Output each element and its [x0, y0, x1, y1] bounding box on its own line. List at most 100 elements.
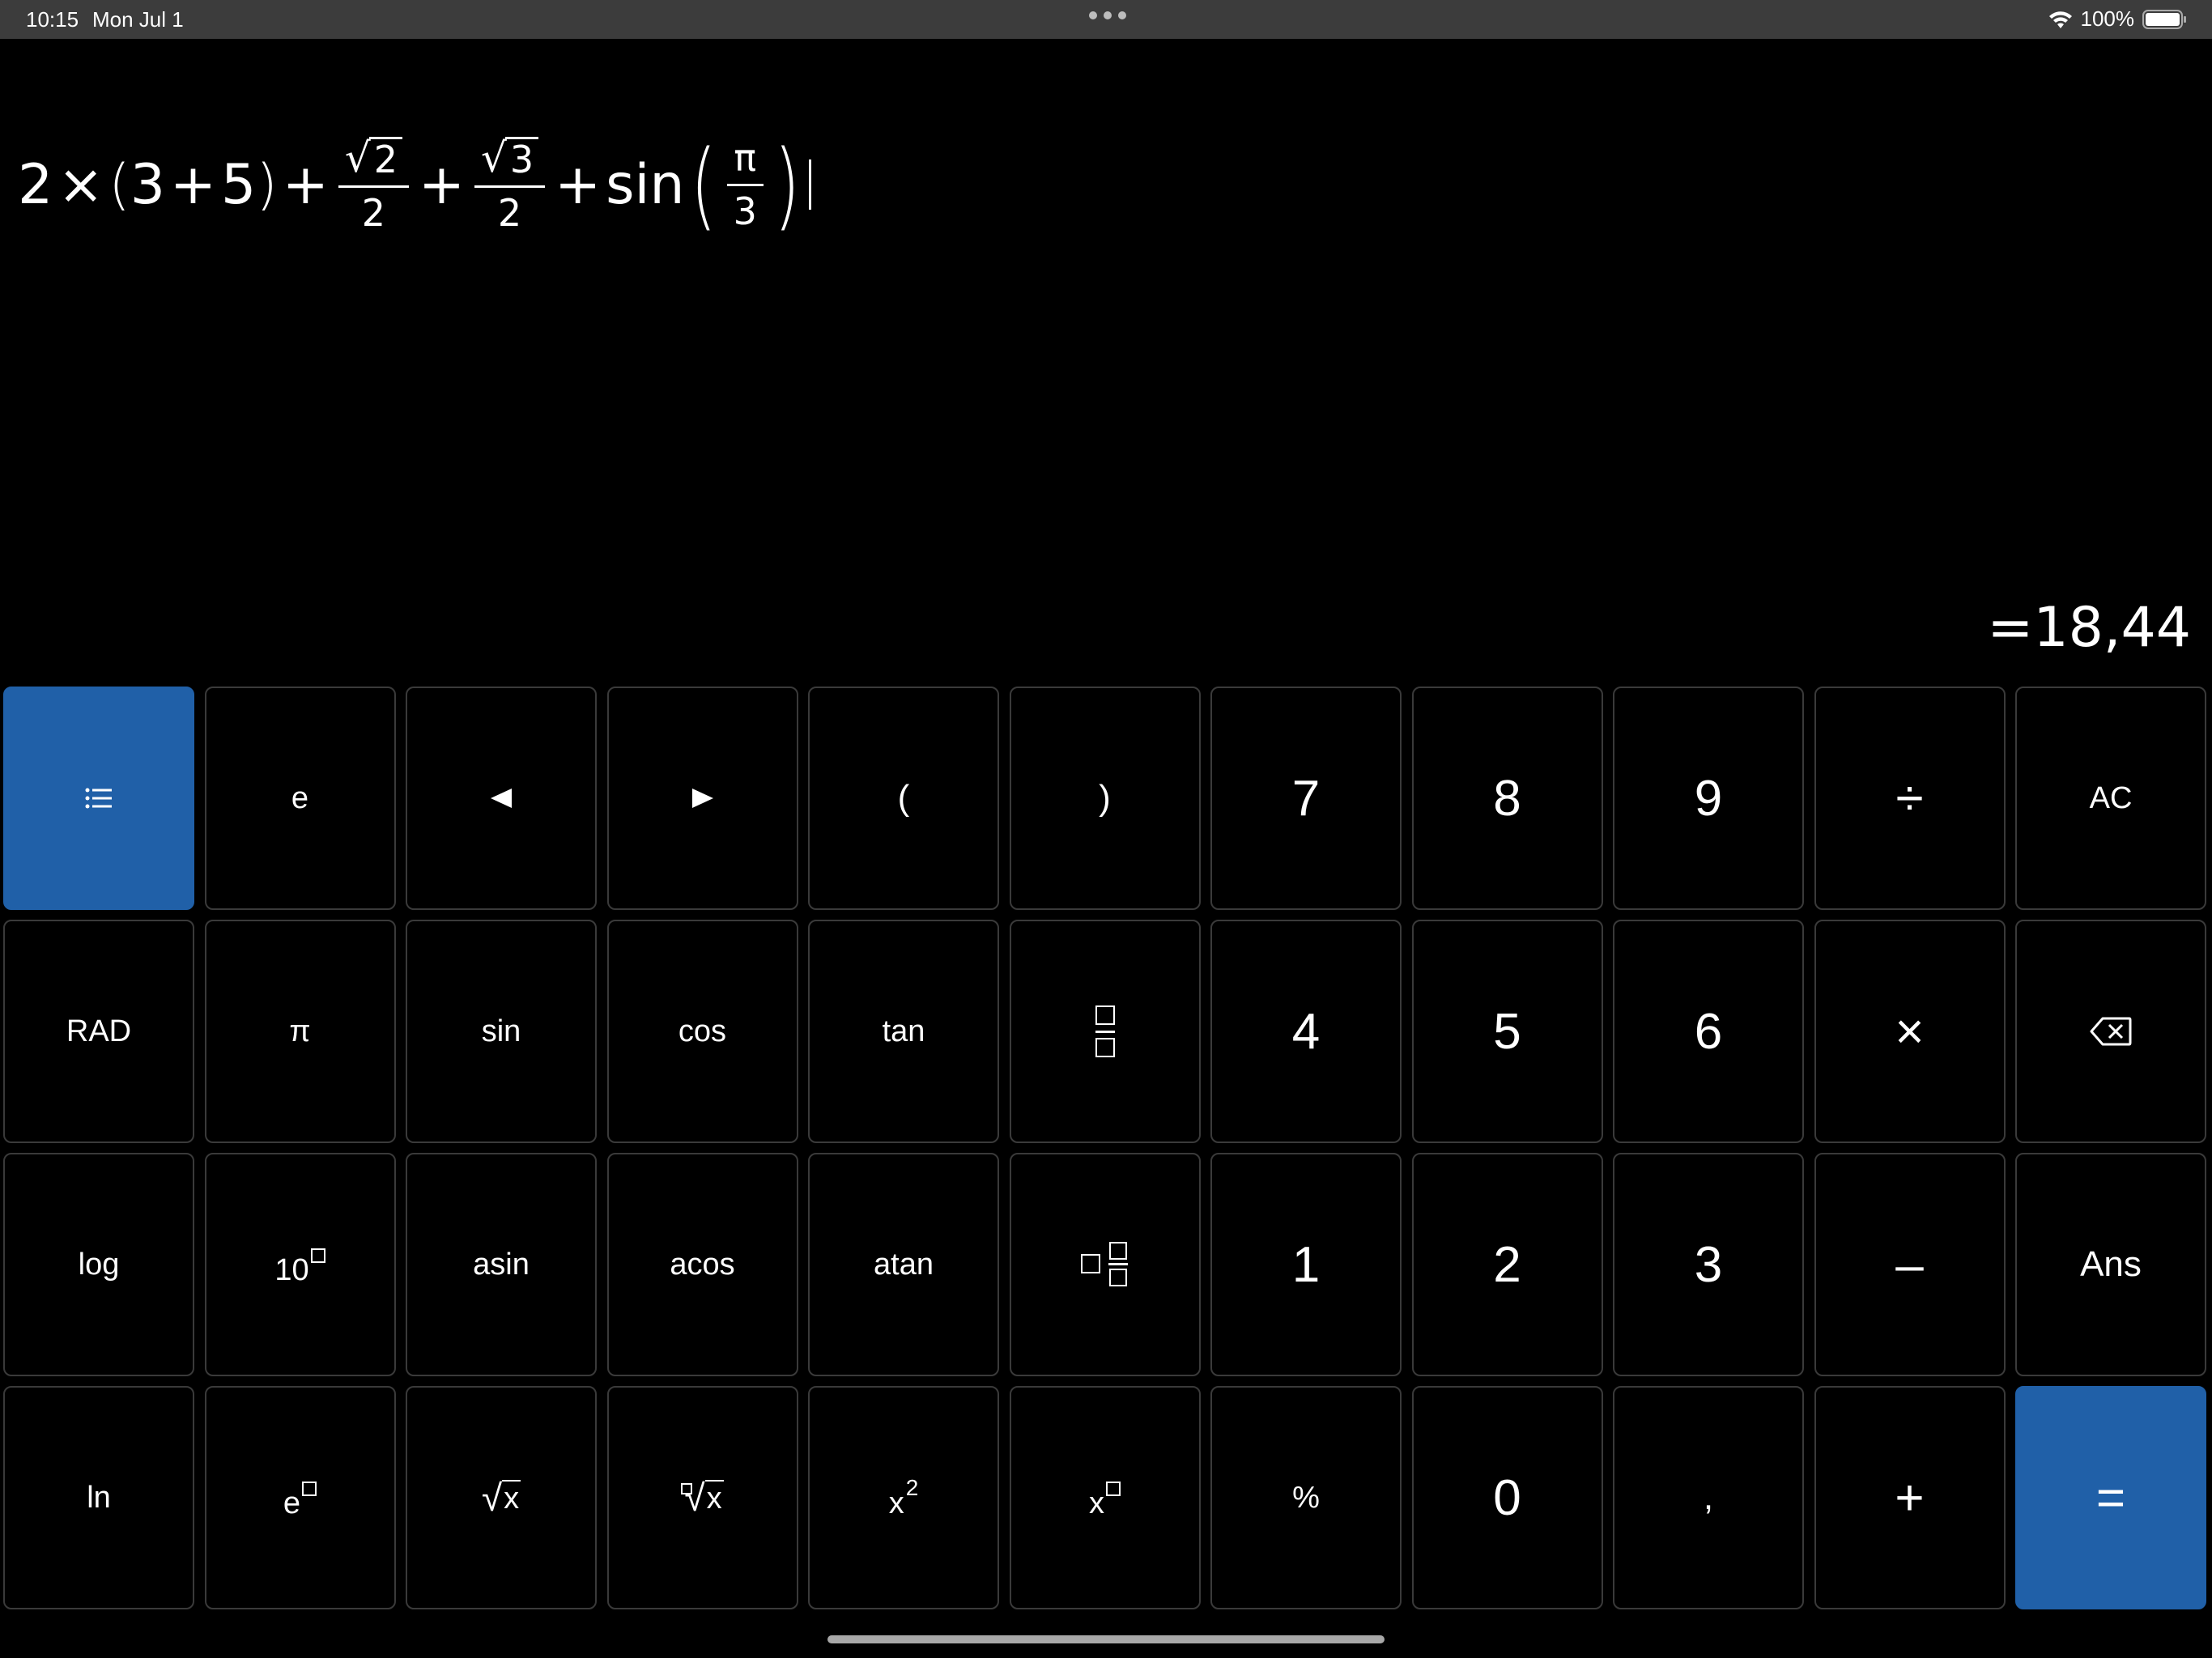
exponent-label: 2: [905, 1475, 919, 1500]
digit-2-button[interactable]: 2: [1411, 1153, 1603, 1376]
key-label: x: [888, 1486, 904, 1520]
expr-operator: +: [282, 152, 329, 217]
expr-function: sin: [606, 152, 685, 217]
key-label: tan: [882, 1014, 925, 1048]
key-label: 9: [1694, 770, 1723, 827]
atan-button[interactable]: atan: [808, 1153, 999, 1376]
ans-button[interactable]: Ans: [2015, 1153, 2206, 1376]
asin-button[interactable]: asin: [406, 1153, 597, 1376]
sqrt-icon: √: [480, 134, 507, 181]
expr-number: 5: [221, 152, 257, 217]
expr-paren: ): [256, 152, 278, 217]
multitasking-dots-icon[interactable]: [1089, 11, 1126, 19]
digit-5-button[interactable]: 5: [1411, 920, 1603, 1143]
square-button[interactable]: x2: [808, 1386, 999, 1609]
digit-3-button[interactable]: 3: [1613, 1153, 1804, 1376]
mixed-fraction-button[interactable]: [1009, 1153, 1201, 1376]
mixed-fraction-template-icon: [1080, 1242, 1128, 1286]
power-button[interactable]: x: [1009, 1386, 1201, 1609]
history-list-button[interactable]: [3, 687, 194, 910]
percent-button[interactable]: %: [1210, 1386, 1402, 1609]
cos-button[interactable]: cos: [606, 920, 798, 1143]
wifi-icon: [2048, 11, 2072, 28]
key-label: x: [502, 1479, 521, 1516]
open-paren-button[interactable]: (: [808, 687, 999, 910]
key-label: –: [1895, 1236, 1924, 1293]
square-root-button[interactable]: √ x: [406, 1386, 597, 1609]
expr-number: 2: [18, 152, 53, 217]
sqrt-icon: √: [684, 1477, 705, 1519]
digit-6-button[interactable]: 6: [1613, 920, 1804, 1143]
exponent-placeholder-icon: [1106, 1482, 1121, 1496]
expr-fraction: √ 2 2: [338, 136, 409, 234]
cursor-right-button[interactable]: [606, 687, 798, 910]
text-cursor: [808, 159, 811, 210]
digit-1-button[interactable]: 1: [1210, 1153, 1402, 1376]
digit-9-button[interactable]: 9: [1613, 687, 1804, 910]
add-button[interactable]: +: [1814, 1386, 2006, 1609]
key-label: x: [1089, 1486, 1104, 1520]
key-label: %: [1292, 1480, 1320, 1515]
pi-button[interactable]: π: [204, 920, 396, 1143]
battery-percent: 100%: [2080, 6, 2135, 31]
fraction-button[interactable]: [1009, 920, 1201, 1143]
expr-denominator: 2: [497, 191, 522, 235]
exponent-placeholder-icon: [310, 1248, 325, 1263]
digit-4-button[interactable]: 4: [1210, 920, 1402, 1143]
angle-mode-button[interactable]: RAD: [3, 920, 194, 1143]
tan-button[interactable]: tan: [808, 920, 999, 1143]
key-label: atan: [874, 1247, 934, 1282]
equals-button[interactable]: =: [2015, 1386, 2206, 1609]
key-label: 10: [274, 1252, 309, 1287]
battery-icon: [2142, 9, 2186, 29]
expression-display[interactable]: 2 × ( 3 + 5 ) + √ 2 2 + √ 3 2 + sin ( π 3 …: [18, 136, 811, 282]
close-paren-button[interactable]: ): [1009, 687, 1201, 910]
expr-operator: ×: [57, 152, 104, 217]
cursor-left-button[interactable]: [406, 687, 597, 910]
delete-left-icon: [2090, 1017, 2132, 1046]
result-display: =18,44: [1987, 596, 2191, 660]
decimal-comma-button[interactable]: ,: [1613, 1386, 1804, 1609]
fraction-template-icon: [1095, 1005, 1115, 1057]
log-button[interactable]: log: [3, 1153, 194, 1376]
key-label: 3: [1694, 1236, 1723, 1293]
key-label: ,: [1703, 1477, 1714, 1517]
keypad: e ( ) 7 8 9 ÷ AC RAD π sin cos tan 4 5 6…: [3, 687, 2206, 1609]
multiply-button[interactable]: ×: [1814, 920, 2006, 1143]
digit-8-button[interactable]: 8: [1411, 687, 1603, 910]
key-label: ): [1099, 778, 1111, 818]
sin-button[interactable]: sin: [406, 920, 597, 1143]
expr-operator: +: [170, 152, 217, 217]
expr-operator: +: [555, 152, 602, 217]
divide-button[interactable]: ÷: [1814, 687, 2006, 910]
digit-0-button[interactable]: 0: [1411, 1386, 1603, 1609]
key-label: ln: [87, 1480, 111, 1515]
expr-denominator: 3: [733, 189, 757, 233]
sqrt-icon: √: [344, 134, 371, 181]
backspace-button[interactable]: [2015, 920, 2206, 1143]
expression: 2 × ( 3 + 5 ) + √ 2 2 + √ 3 2 + sin ( π 3 …: [18, 136, 811, 234]
all-clear-button[interactable]: AC: [2015, 687, 2206, 910]
expr-fraction: √ 3 2: [474, 134, 546, 235]
key-label: e: [283, 1486, 301, 1520]
subtract-button[interactable]: –: [1814, 1153, 2006, 1376]
acos-button[interactable]: acos: [606, 1153, 798, 1376]
expr-denominator: 2: [361, 191, 386, 235]
sqrt-icon: √: [481, 1477, 503, 1519]
nth-root-button[interactable]: √ x: [606, 1386, 798, 1609]
e-constant-button[interactable]: e: [204, 687, 396, 910]
key-label: 2: [1493, 1236, 1521, 1293]
digit-7-button[interactable]: 7: [1210, 687, 1402, 910]
triangle-right-icon: [691, 789, 713, 808]
exp-button[interactable]: e: [204, 1386, 396, 1609]
key-label: sin: [481, 1014, 521, 1048]
ten-power-button[interactable]: 10: [204, 1153, 396, 1376]
expr-number: 3: [130, 152, 166, 217]
ln-button[interactable]: ln: [3, 1386, 194, 1609]
key-label: cos: [678, 1014, 727, 1048]
status-date: Mon Jul 1: [92, 7, 184, 32]
expr-numerator: π: [734, 136, 757, 181]
triangle-left-icon: [491, 789, 512, 808]
home-indicator[interactable]: [827, 1635, 1385, 1643]
key-label: 4: [1291, 1003, 1321, 1060]
